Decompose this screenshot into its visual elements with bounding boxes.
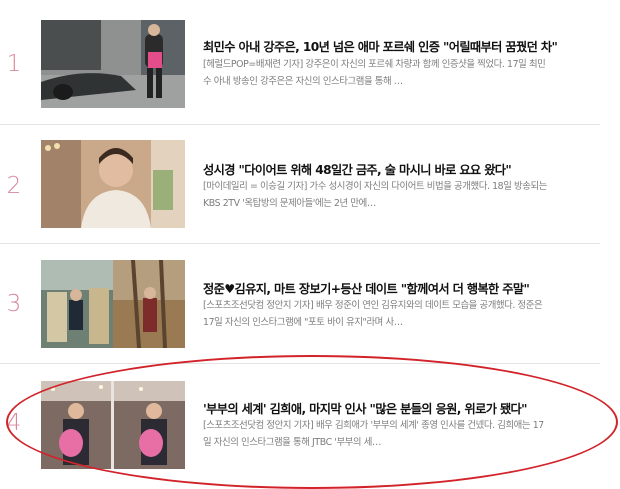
thumbnail-image xyxy=(41,140,185,228)
summary-line: [마이데일리 = 이승길 기자] 가수 성시경이 자신의 다이어트 비법을 공개… xyxy=(203,181,547,192)
article-thumbnail[interactable] xyxy=(41,20,185,108)
article-title[interactable]: 성시경 "다이어트 위해 48일간 금주, 술 마시니 바로 요요 왔다" xyxy=(203,160,598,178)
article-thumbnail[interactable] xyxy=(41,140,185,228)
summary-line: 일 자신의 인스타그램을 통해 JTBC '부부의 세… xyxy=(203,437,381,448)
article-title[interactable]: 정준♥김유지, 마트 장보기+등산 데이트 "함께여서 더 행복한 주말" xyxy=(203,279,598,297)
rank-number: 4 xyxy=(6,410,22,436)
article-title[interactable]: 최민수 아내 강주은, 10년 넘은 애마 포르쉐 인증 "어릴때부터 꿈꿨던 … xyxy=(203,37,598,55)
summary-line: [헤럴드POP=배재련 기자] 강주은이 자신의 포르쉐 차량과 함께 인증샷을… xyxy=(203,59,546,70)
summary-line: [스포츠조선닷컴 정안지 기자] 배우 김희애가 '부부의 세계' 종영 인사를… xyxy=(203,420,544,431)
summary-line: 17일 자신의 인스타그램에 "포토 바이 유지"라며 사… xyxy=(203,317,403,328)
list-item[interactable]: 1 최민수 아내 강주은, 10년 넘은 애마 포르쉐 인증 "어릴때부터 꿈꿨… xyxy=(0,0,600,114)
rank-number: 3 xyxy=(6,291,22,317)
summary-line: KBS 2TV '옥탑방의 문제아들'에는 2년 만에… xyxy=(203,198,376,209)
article-summary: [헤럴드POP=배재련 기자] 강주은이 자신의 포르쉐 차량과 함께 인증샷을… xyxy=(203,56,598,90)
summary-line: [스포츠조선닷컴 정안지 기자] 배우 정준이 연인 김유지와의 데이트 모습을… xyxy=(203,300,543,311)
rank-number: 2 xyxy=(6,173,22,199)
thumbnail-image xyxy=(41,381,185,469)
list-item[interactable]: 2 성시경 "다이어트 위해 48일간 금주, 술 마시니 바로 요요 왔다" … xyxy=(0,123,600,237)
news-ranking-list: 1 최민수 아내 강주은, 10년 넘은 애마 포르쉐 인증 "어릴때부터 꿈꿨… xyxy=(0,0,620,489)
article-summary: [스포츠조선닷컴 정안지 기자] 배우 정준이 연인 김유지와의 데이트 모습을… xyxy=(203,297,598,331)
summary-line: 수 아내 방송인 강주은은 자신의 인스타그램을 통해 … xyxy=(203,76,403,87)
article-summary: [마이데일리 = 이승길 기자] 가수 성시경이 자신의 다이어트 비법을 공개… xyxy=(203,178,598,212)
article-title[interactable]: '부부의 세계' 김희애, 마지막 인사 "많은 분들의 응원, 위로가 됐다" xyxy=(203,399,598,417)
thumbnail-image xyxy=(41,20,185,108)
article-thumbnail[interactable] xyxy=(41,381,185,469)
list-item[interactable]: 4 '부부의 세계' 김희애, 마지막 인사 "많은 분들의 응원, 위로가 됐… xyxy=(0,363,600,477)
article-summary: [스포츠조선닷컴 정안지 기자] 배우 김희애가 '부부의 세계' 종영 인사를… xyxy=(203,417,598,451)
article-thumbnail[interactable] xyxy=(41,260,185,348)
list-item[interactable]: 3 정준♥김유지, 마트 장보기+등산 데이트 "함께여서 더 행복한 주말" … xyxy=(0,243,600,357)
thumbnail-image xyxy=(41,260,185,348)
rank-number: 1 xyxy=(6,51,22,77)
